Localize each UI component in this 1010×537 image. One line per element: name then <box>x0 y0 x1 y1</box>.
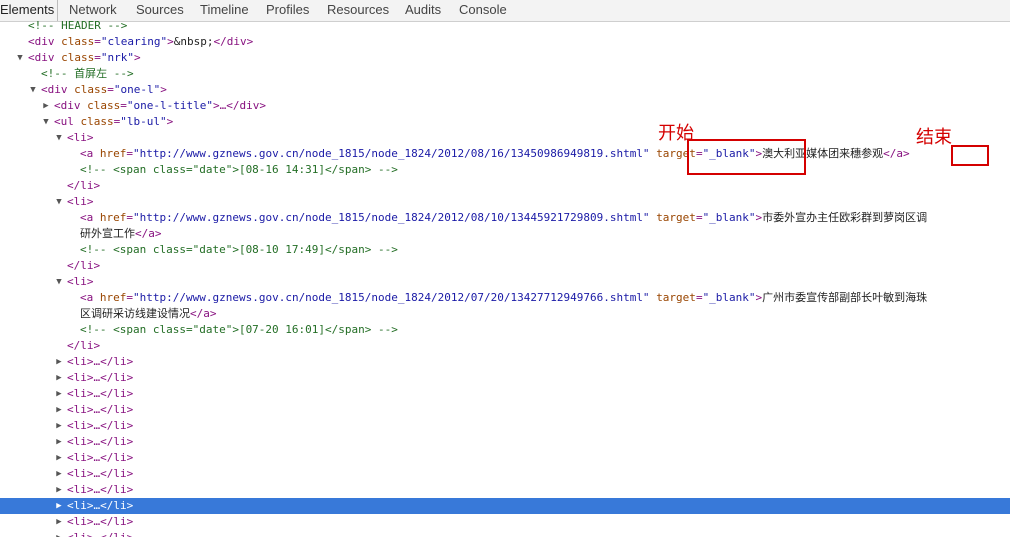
element-text: 研外宣工作</a> <box>80 227 162 240</box>
tree-row-li-collapsed[interactable]: ▶ <li>…</li> <box>0 354 1010 370</box>
collapsed-arrow-icon[interactable]: ▶ <box>54 450 64 466</box>
collapsed-arrow-icon[interactable]: ▶ <box>54 434 64 450</box>
tree-row-header-comment[interactable]: <!-- HEADER --> <box>0 18 1010 34</box>
collapsed-arrow-icon[interactable]: ▶ <box>54 354 64 370</box>
tree-row-comment-date[interactable]: <!-- <span class="date">[08-16 14:31]</s… <box>0 162 1010 178</box>
element-text: <li>…</li> <box>67 530 133 537</box>
tree-row-clearing-div[interactable]: <div class="clearing">&nbsp;</div> <box>0 34 1010 50</box>
tree-row-li-selected[interactable]: ▶ <li>…</li> <box>0 498 1010 514</box>
comment-text: <!-- <span class="date">[08-16 14:31]</s… <box>80 163 398 176</box>
tree-row-anchor-wrap[interactable]: 区调研采访线建设情况</a> <box>0 306 1010 322</box>
element-text: <div class="nrk"> <box>28 51 141 64</box>
expanded-arrow-icon[interactable]: ▼ <box>54 194 64 210</box>
tree-row-li-collapsed[interactable]: ▶ <li>…</li> <box>0 466 1010 482</box>
element-text: <ul class="lb-ul"> <box>54 115 174 128</box>
comment-text: <!-- <span class="date">[07-20 16:01]</s… <box>80 323 398 336</box>
comment-text: <!-- <span class="date">[08-10 17:49]</s… <box>80 243 398 256</box>
tree-row-li-open[interactable]: ▼ <li> <box>0 130 1010 146</box>
expanded-arrow-icon[interactable]: ▼ <box>15 50 25 66</box>
collapsed-arrow-icon[interactable]: ▶ <box>54 466 64 482</box>
annotation-box-end <box>951 145 989 166</box>
tree-row-li-open[interactable]: ▼ <li> <box>0 274 1010 290</box>
annotation-box-start <box>687 139 806 175</box>
tree-row-li-collapsed[interactable]: ▶ <li>…</li> <box>0 482 1010 498</box>
element-text: <li>…</li> <box>67 451 134 464</box>
tree-row-li-close[interactable]: </li> <box>0 178 1010 194</box>
element-text: </li> <box>67 339 101 352</box>
element-text: <li>…</li> <box>67 403 134 416</box>
element-text: <li>…</li> <box>67 515 134 528</box>
collapsed-arrow-icon[interactable]: ▶ <box>54 530 64 537</box>
tree-row-li-collapsed[interactable]: ▶ <li>…</li> <box>0 514 1010 530</box>
element-text: <a href="http://www.gznews.gov.cn/node_1… <box>80 211 928 224</box>
tree-row-anchor[interactable]: <a href="http://www.gznews.gov.cn/node_1… <box>0 210 1010 226</box>
tree-row-comment-date[interactable]: <!-- <span class="date">[07-20 16:01]</s… <box>0 322 1010 338</box>
element-text: <li> <box>67 131 94 144</box>
element-text: </li> <box>67 259 101 272</box>
tree-row-li-collapsed[interactable]: ▶ <li>…</li> <box>0 370 1010 386</box>
expanded-arrow-icon[interactable]: ▼ <box>54 274 64 290</box>
tree-row-comment-date[interactable]: <!-- <span class="date">[08-10 17:49]</s… <box>0 242 1010 258</box>
expanded-arrow-icon[interactable]: ▼ <box>54 130 64 146</box>
element-text: <li>…</li> <box>67 387 134 400</box>
tree-row-li-collapsed[interactable]: ▶ <li>…</li> <box>0 418 1010 434</box>
element-text: 区调研采访线建设情况</a> <box>80 307 217 320</box>
tree-row-li-collapsed[interactable]: ▶ <li>…</li> <box>0 386 1010 402</box>
element-text: <li> <box>67 195 94 208</box>
tree-row-li-collapsed[interactable]: ▶ <li>…</li> <box>0 402 1010 418</box>
element-text: <li>…</li> <box>67 467 134 480</box>
collapsed-arrow-icon[interactable]: ▶ <box>54 402 64 418</box>
element-text: <div class="clearing">&nbsp;</div> <box>28 35 254 48</box>
expanded-arrow-icon[interactable]: ▼ <box>28 82 38 98</box>
tree-row-li-collapsed[interactable]: ▶ <li>…</li> <box>0 450 1010 466</box>
collapsed-arrow-icon[interactable]: ▶ <box>54 386 64 402</box>
tree-row-li-close[interactable]: </li> <box>0 338 1010 354</box>
tree-row-li-close[interactable]: </li> <box>0 258 1010 274</box>
collapsed-arrow-icon[interactable]: ▶ <box>54 514 64 530</box>
comment-text: <!-- 首屏左 --> <box>41 67 134 80</box>
collapsed-arrow-icon[interactable]: ▶ <box>54 482 64 498</box>
element-text: <li>…</li> <box>67 355 134 368</box>
element-text: <div class="one-l"> <box>41 83 167 96</box>
tree-row-li-collapsed[interactable]: ▶ <li>…</li> <box>0 530 1010 537</box>
tree-row-li-open[interactable]: ▼ <li> <box>0 194 1010 210</box>
expanded-arrow-icon[interactable]: ▼ <box>41 114 51 130</box>
collapsed-arrow-icon[interactable]: ▶ <box>54 418 64 434</box>
collapsed-arrow-icon[interactable]: ▶ <box>54 370 64 386</box>
element-text: <li> <box>67 275 94 288</box>
element-text: </li> <box>67 179 101 192</box>
annotation-end: 结束 <box>916 127 952 148</box>
tree-row-anchor[interactable]: <a href="http://www.gznews.gov.cn/node_1… <box>0 290 1010 306</box>
tree-row-anchor-wrap[interactable]: 研外宣工作</a> <box>0 226 1010 242</box>
element-text: <li>…</li> <box>67 435 134 448</box>
element-text: <li>…</li> <box>67 499 134 512</box>
element-text: <li>…</li> <box>67 483 134 496</box>
collapsed-arrow-icon[interactable]: ▶ <box>54 498 64 514</box>
element-text: <li>…</li> <box>67 371 134 384</box>
element-text: <li>…</li> <box>67 419 134 432</box>
tree-row-li-collapsed[interactable]: ▶ <li>…</li> <box>0 434 1010 450</box>
comment-text: <!-- HEADER --> <box>28 19 128 32</box>
tree-row-lb-ul[interactable]: ▼ <ul class="lb-ul"> <box>0 114 1010 130</box>
element-text: <div class="one-l-title">…</div> <box>54 99 266 112</box>
tree-row-comment-first[interactable]: <!-- 首屏左 --> <box>0 66 1010 82</box>
dom-tree: <!-- HEADER --> <div class="clearing">&n… <box>0 0 1010 537</box>
tree-row-anchor[interactable]: <a href="http://www.gznews.gov.cn/node_1… <box>0 146 1010 162</box>
element-text: <a href="http://www.gznews.gov.cn/node_1… <box>80 291 928 304</box>
tree-row-one-l-div[interactable]: ▼ <div class="one-l"> <box>0 82 1010 98</box>
tree-row-one-l-title[interactable]: ▶ <div class="one-l-title">…</div> <box>0 98 1010 114</box>
tree-row-nrk-div[interactable]: ▼ <div class="nrk"> <box>0 50 1010 66</box>
collapsed-arrow-icon[interactable]: ▶ <box>41 98 51 114</box>
